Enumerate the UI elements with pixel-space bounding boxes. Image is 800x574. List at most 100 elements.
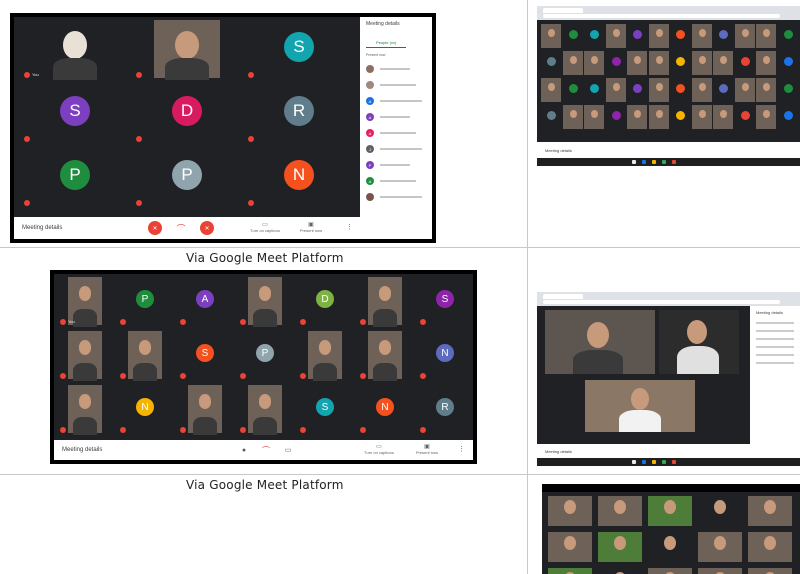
people-list-item[interactable]: [360, 77, 432, 93]
participant-tile[interactable]: [748, 568, 792, 574]
participant-tile[interactable]: [176, 384, 234, 436]
participant-tile[interactable]: [756, 105, 776, 129]
participant-tile[interactable]: [698, 568, 742, 574]
people-list-item[interactable]: A: [360, 109, 432, 125]
participant-tile[interactable]: [605, 78, 626, 102]
participant-tile[interactable]: [548, 532, 592, 562]
participant-tile[interactable]: [756, 51, 776, 75]
participant-tile[interactable]: [691, 24, 712, 48]
participant-tile[interactable]: S: [244, 19, 354, 81]
participant-tile[interactable]: R: [416, 384, 473, 436]
participant-tile[interactable]: [584, 51, 604, 75]
participant-tile[interactable]: [713, 51, 733, 75]
participant-tile[interactable]: You: [56, 276, 114, 328]
camera-icon[interactable]: ▭: [282, 444, 294, 456]
mic-off-button[interactable]: ✕: [148, 221, 162, 235]
participant-tile[interactable]: [606, 51, 626, 75]
participant-tile[interactable]: [236, 276, 294, 328]
taskbar-icon[interactable]: [632, 160, 636, 164]
participant-tile[interactable]: N: [116, 384, 174, 436]
participant-tile[interactable]: [627, 105, 647, 129]
participant-tile[interactable]: [548, 568, 592, 574]
browser-tab[interactable]: [543, 294, 583, 299]
address-bar[interactable]: [543, 14, 780, 18]
people-list-item[interactable]: [360, 61, 432, 77]
participant-tile[interactable]: [778, 51, 798, 75]
participant-tile[interactable]: [778, 78, 798, 102]
participant-tile[interactable]: [584, 24, 604, 48]
taskbar-icon[interactable]: [652, 160, 656, 164]
browser-tab[interactable]: [543, 8, 583, 13]
participant-tile[interactable]: [648, 568, 692, 574]
participant-tile[interactable]: [734, 78, 755, 102]
participant-tile[interactable]: [605, 24, 626, 48]
taskbar-icon[interactable]: [652, 460, 656, 464]
participant-tile[interactable]: D: [132, 83, 242, 145]
participant-tile[interactable]: P: [20, 147, 130, 209]
taskbar-icon[interactable]: [632, 460, 636, 464]
participant-tile[interactable]: R: [244, 83, 354, 145]
participant-tile[interactable]: [756, 78, 776, 102]
taskbar-icon[interactable]: [672, 460, 676, 464]
participant-tile[interactable]: [756, 24, 776, 48]
participant-tile[interactable]: [356, 330, 414, 382]
participant-tile[interactable]: [563, 78, 583, 102]
participant-tile[interactable]: [56, 330, 114, 382]
participant-tile[interactable]: [562, 51, 583, 75]
taskbar-icon[interactable]: [642, 460, 646, 464]
participant-tile[interactable]: [735, 51, 755, 75]
participant-tile[interactable]: [563, 24, 583, 48]
participant-tile[interactable]: [778, 105, 798, 129]
participant-tile[interactable]: P: [132, 147, 242, 209]
participant-tile[interactable]: [541, 24, 561, 48]
captions-button[interactable]: ▭ Turn on captions: [250, 221, 280, 233]
participant-tile[interactable]: [541, 78, 561, 102]
people-list-item[interactable]: [360, 189, 432, 205]
participant-tile[interactable]: [748, 496, 792, 526]
participant-tile[interactable]: [606, 105, 626, 129]
participant-tile[interactable]: [713, 78, 733, 102]
address-bar[interactable]: [543, 300, 780, 304]
participant-tile[interactable]: [598, 532, 642, 562]
participant-tile[interactable]: [691, 51, 712, 75]
people-list-item[interactable]: A: [360, 93, 432, 109]
participant-tile[interactable]: [713, 24, 733, 48]
hang-up-button[interactable]: ⌒: [174, 221, 188, 235]
participant-tile[interactable]: [713, 105, 733, 129]
participant-tile[interactable]: S: [416, 276, 473, 328]
participant-tile[interactable]: [598, 568, 642, 574]
participant-tile[interactable]: [748, 532, 792, 562]
participant-tile[interactable]: [670, 105, 690, 129]
participant-tile[interactable]: P: [116, 276, 174, 328]
more-options-icon[interactable]: ⋮: [346, 223, 353, 231]
participant-tile[interactable]: [627, 24, 647, 48]
present-now-button[interactable]: ▣ Present now: [296, 221, 326, 233]
participant-tile[interactable]: [691, 78, 712, 102]
participant-tile[interactable]: [584, 105, 604, 129]
participant-tile[interactable]: You: [20, 19, 130, 81]
participant-tile[interactable]: [236, 384, 294, 436]
people-list-item[interactable]: P: [360, 157, 432, 173]
meeting-details-button[interactable]: Meeting details: [545, 449, 572, 454]
meeting-details-button[interactable]: Meeting details: [545, 148, 572, 153]
participant-tile[interactable]: [648, 24, 669, 48]
people-list-item[interactable]: A: [360, 173, 432, 189]
participant-tile[interactable]: A: [176, 276, 234, 328]
more-options-icon[interactable]: ⋮: [458, 445, 465, 453]
participant-tile[interactable]: [627, 51, 647, 75]
participant-tile[interactable]: [648, 532, 692, 562]
people-list-item[interactable]: J: [360, 141, 432, 157]
taskbar-icon[interactable]: [662, 460, 666, 464]
people-list-item[interactable]: A: [360, 125, 432, 141]
participant-tile[interactable]: [670, 51, 690, 75]
participant-tile[interactable]: [648, 51, 669, 75]
participant-tile[interactable]: [648, 496, 692, 526]
participant-tile[interactable]: [648, 105, 669, 129]
participant-tile[interactable]: D: [296, 276, 354, 328]
participant-tile[interactable]: N: [244, 147, 354, 209]
participant-tile[interactable]: [698, 532, 742, 562]
participant-tile[interactable]: [548, 496, 592, 526]
participant-tile[interactable]: N: [416, 330, 473, 382]
participant-tile[interactable]: [648, 78, 669, 102]
participant-tile[interactable]: [698, 496, 742, 526]
